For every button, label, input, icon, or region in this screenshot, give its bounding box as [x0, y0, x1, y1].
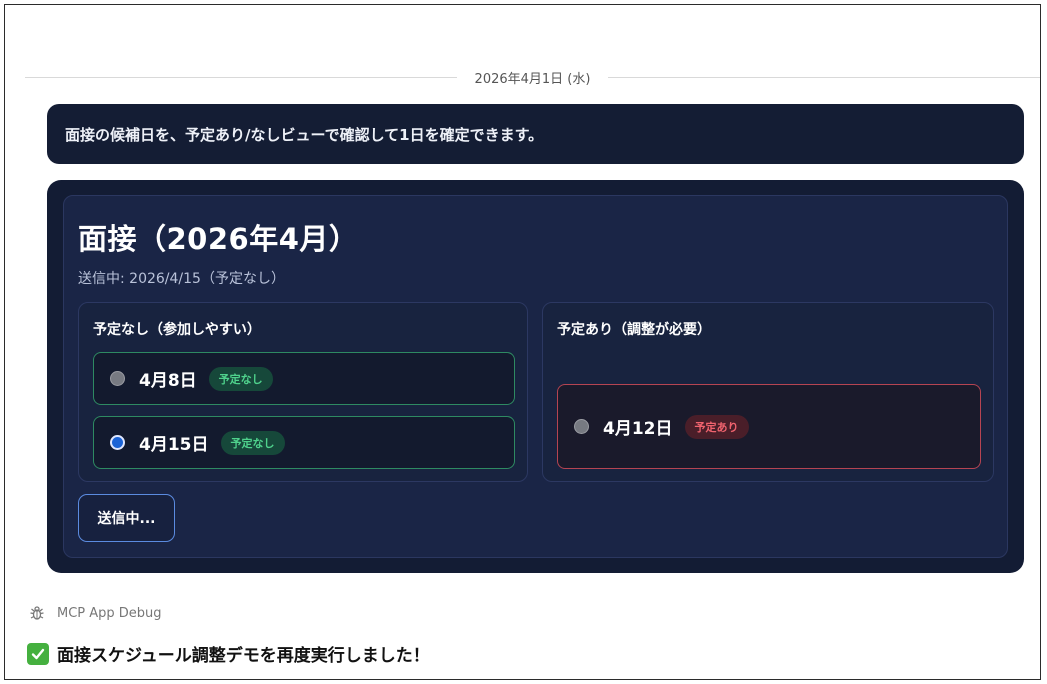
interview-app-card: 面接（2026年4月） 送信中: 2026/4/15（予定なし） 予定なし（参加…: [47, 180, 1024, 573]
busy-column-heading: 予定あり（調整が必要）: [557, 322, 711, 338]
debug-label: MCP App Debug: [57, 605, 162, 621]
check-mark-icon: [27, 642, 49, 665]
option-date: 4月12日: [603, 419, 673, 439]
card-title: 面接（2026年4月）: [78, 222, 359, 256]
status-badge: 予定なし: [220, 430, 285, 455]
message-bubble: 面接の候補日を、予定あり/なしビューで確認して1日を確定できます。: [47, 104, 1024, 164]
busy-column: 予定あり（調整が必要） 4月12日 予定あり: [542, 302, 994, 482]
free-column-heading: 予定なし（参加しやすい）: [93, 322, 261, 338]
free-column: 予定なし（参加しやすい） 4月8日 予定なし 4月15日 予定なし: [78, 302, 528, 482]
send-button[interactable]: 送信中...: [78, 494, 175, 542]
result-row: 面接スケジュール調整デモを再度実行しました！: [27, 641, 430, 666]
radio-button[interactable]: [110, 371, 125, 386]
date-label: 2026年4月1日 (水): [474, 71, 591, 87]
option-date: 4月8日: [139, 371, 197, 391]
debug-row: MCP App Debug: [29, 605, 162, 621]
date-option-apr-12[interactable]: 4月12日 予定あり: [557, 384, 981, 469]
bug-icon: [30, 606, 44, 620]
status-badge: 予定なし: [208, 366, 273, 391]
radio-button[interactable]: [574, 419, 589, 434]
date-option-apr-15[interactable]: 4月15日 予定なし: [93, 416, 515, 469]
date-option-apr-8[interactable]: 4月8日 予定なし: [93, 352, 515, 405]
status-text: 送信中: 2026/4/15（予定なし）: [78, 271, 285, 287]
chat-window: 2026年4月1日 (水) 面接の候補日を、予定あり/なしビューで確認して1日を…: [4, 4, 1041, 680]
message-text: 面接の候補日を、予定あり/なしビューで確認して1日を確定できます。: [65, 125, 544, 144]
option-date: 4月15日: [139, 435, 209, 455]
status-badge: 予定あり: [684, 414, 749, 439]
radio-button-selected[interactable]: [110, 435, 125, 450]
divider-line: [25, 76, 457, 78]
divider-line: [608, 76, 1040, 78]
result-text: 面接スケジュール調整デモを再度実行しました！: [57, 646, 430, 666]
date-divider: 2026年4月1日 (水): [25, 65, 1040, 89]
inner-panel: 面接（2026年4月） 送信中: 2026/4/15（予定なし） 予定なし（参加…: [63, 195, 1008, 558]
